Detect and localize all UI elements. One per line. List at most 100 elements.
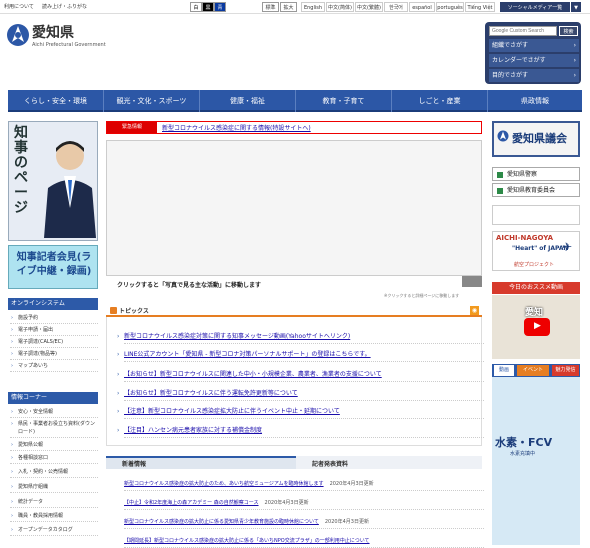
search-item-label: 目的でさがす bbox=[492, 72, 529, 79]
governor-page-label: 知事のページ bbox=[14, 125, 28, 216]
search-by-purpose[interactable]: 目的でさがす › bbox=[489, 69, 579, 82]
font-standard-button[interactable]: 標準 bbox=[262, 2, 279, 12]
lang-zh-hans[interactable]: 中文(简体) bbox=[326, 2, 354, 12]
topic-item[interactable]: 【お知らせ】新型コロナウイルスに伴う運転免許更新等について bbox=[117, 387, 484, 401]
aichi-logo-icon bbox=[497, 130, 509, 142]
chevron-down-icon[interactable]: ▼ bbox=[571, 2, 581, 12]
governor-photo bbox=[44, 141, 96, 238]
social-media-link[interactable]: ソーシャルメディア一覧 bbox=[500, 2, 570, 12]
police-link[interactable]: 愛知県警察 bbox=[492, 167, 580, 181]
tab-press-release-label: 記者発表資料 bbox=[312, 461, 349, 468]
tab-new-info-label: 新着情報 bbox=[122, 461, 147, 468]
nav-education[interactable]: 教育・子育て bbox=[296, 90, 392, 112]
search-button[interactable]: 検索 bbox=[559, 26, 578, 36]
lang-spanish[interactable]: español bbox=[409, 2, 435, 12]
tab-video[interactable]: 動画 bbox=[494, 365, 514, 376]
left-menu-item[interactable]: 電子申請・届出 bbox=[10, 324, 98, 336]
left-menu-item[interactable]: 安心・安全情報 bbox=[10, 406, 98, 418]
nav-business[interactable]: しごと・産業 bbox=[392, 90, 488, 112]
emergency-link[interactable]: 新型コロナウイルス感染症に関する情報(特設サイトへ) bbox=[162, 123, 311, 132]
left-menu-item[interactable]: 入札・契約・公売情報 bbox=[10, 466, 98, 478]
slideshow-control[interactable] bbox=[462, 276, 482, 287]
site-title[interactable]: 愛知県 bbox=[32, 22, 74, 42]
left-menu-item[interactable]: 統計データ bbox=[10, 496, 98, 508]
left-menu-item[interactable]: 電子調達(CALS/EC) bbox=[10, 336, 98, 348]
aviation-project-text: 航空プロジェクト bbox=[514, 262, 555, 268]
news-date: 2020年4月3日更新 bbox=[324, 519, 369, 525]
search-by-calendar[interactable]: カレンダーでさがす › bbox=[489, 54, 579, 67]
slideshow-note: ※クリックすると詳細ページに移動します bbox=[384, 293, 460, 298]
lang-english[interactable]: English bbox=[301, 2, 325, 12]
left-menu-item[interactable]: 各種相談窓口 bbox=[10, 452, 98, 464]
left-menu-item[interactable]: 県民・事業者お役立ち資料(ダウンロード) bbox=[10, 418, 98, 438]
left-menu-item[interactable]: オープンデータカタログ bbox=[10, 524, 98, 536]
topic-item[interactable]: 【注意】新型コロナウイルス感染症拡大防止に伴うイベント中止・延期について bbox=[117, 405, 484, 419]
news-item: 新型コロナウイルス感染症の拡大防止のため、あいち航空ミュージアムを臨時休館します… bbox=[124, 477, 484, 491]
lang-portuguese[interactable]: português bbox=[436, 2, 464, 12]
search-input[interactable] bbox=[489, 26, 557, 36]
plane-icon: ✈ bbox=[562, 240, 573, 254]
chevron-right-icon: › bbox=[573, 42, 576, 49]
news-item: 【期間延長】新型コロナウイルス感染症の拡大防止に係る「あいちNPO交流プラザ」の… bbox=[124, 534, 484, 548]
search-item-label: 組織でさがす bbox=[492, 42, 529, 49]
font-large-button[interactable]: 拡大 bbox=[280, 2, 297, 12]
contrast-white-button[interactable]: 白 bbox=[190, 2, 202, 12]
furigana-link[interactable]: 読み上げ・ふりがな bbox=[42, 3, 87, 10]
blank-banner[interactable] bbox=[492, 205, 580, 225]
tab-appeal[interactable]: 魅力発信 bbox=[552, 365, 579, 376]
hydrogen-fcv-sublabel: 水素充填中 bbox=[510, 451, 536, 457]
topic-item[interactable]: 新型コロナウイルス感染症対策に関する知事メッセージ動画(Yahooサイトへリンク… bbox=[117, 330, 484, 344]
chevron-right-icon: › bbox=[573, 72, 576, 79]
left-menu-item[interactable]: マップあいち bbox=[10, 360, 98, 372]
usage-link[interactable]: 利用について bbox=[4, 3, 34, 10]
tab-event[interactable]: イベント bbox=[517, 365, 549, 376]
contrast-blue-button[interactable]: 青 bbox=[214, 2, 226, 12]
press-conference-label: 知事記者会見(ライブ中継・録画) bbox=[16, 252, 92, 277]
aichi-logo-icon[interactable] bbox=[6, 22, 30, 48]
news-item: 新型コロナウイルス感染症の拡大防止に係る愛知県青少年教育施設の臨時休館について 2… bbox=[124, 515, 484, 529]
education-board-link[interactable]: 愛知県教育委員会 bbox=[492, 183, 580, 197]
news-item: 【中止】令和2年度海上の森アカデミー 森の自然観察コース 2020年4月3日更新 bbox=[124, 496, 484, 510]
contrast-black-button[interactable]: 黒 bbox=[202, 2, 214, 12]
left-menu-item[interactable]: 職員・教員採用情報 bbox=[10, 510, 98, 522]
news-date: 2020年4月3日更新 bbox=[264, 500, 309, 506]
bullet-icon bbox=[110, 307, 117, 314]
rss-icon[interactable]: ◉ bbox=[470, 306, 479, 315]
search-item-label: カレンダーでさがす bbox=[492, 57, 546, 64]
lang-zh-hant[interactable]: 中文(繁體) bbox=[355, 2, 383, 12]
play-icon: ▶ bbox=[534, 321, 541, 331]
assembly-label: 愛知県議会 bbox=[512, 132, 567, 145]
topics-title: トピックス bbox=[119, 308, 149, 315]
nav-health[interactable]: 健康・福祉 bbox=[200, 90, 296, 112]
search-by-organization[interactable]: 組織でさがす › bbox=[489, 39, 579, 52]
emergency-label: 緊急情報 bbox=[107, 122, 157, 133]
info-corner-heading: 情報コーナー bbox=[8, 392, 98, 404]
nav-government[interactable]: 県政情報 bbox=[488, 90, 582, 112]
topic-item[interactable]: 【注目】ハンセン病元患者家族に対する補償金制度 bbox=[117, 424, 484, 438]
slideshow-caption[interactable]: クリックすると「写真で見る主な活動」に移動します bbox=[117, 280, 261, 289]
hydrogen-fcv-banner[interactable] bbox=[492, 377, 580, 545]
left-menu-item[interactable]: 電子調達(物品等) bbox=[10, 348, 98, 360]
site-subtitle: Aichi Prefectural Government bbox=[32, 42, 106, 48]
news-link[interactable]: 新型コロナウイルス感染症の拡大防止のため、あいち航空ミュージアムを臨時休館します bbox=[124, 481, 324, 487]
online-system-heading: オンラインシステム bbox=[8, 298, 98, 310]
aichi-nagoya-text: AICHI-NAGOYA bbox=[496, 234, 554, 242]
news-link[interactable]: 【期間延長】新型コロナウイルス感染症の拡大防止に係る「あいちNPO交流プラザ」の… bbox=[124, 538, 370, 544]
topic-item[interactable]: 【お知らせ】新型コロナウイルスに関連した中小・小規模企業、農業者、漁業者の支援に… bbox=[117, 368, 484, 382]
news-link[interactable]: 【中止】令和2年度海上の森アカデミー 森の自然観察コース bbox=[124, 500, 259, 506]
left-menu-item[interactable]: 愛知県庁組織 bbox=[10, 481, 98, 493]
nav-life[interactable]: くらし・安全・環境 bbox=[8, 90, 104, 112]
topic-item[interactable]: LINE公式アカウント「愛知県 - 新型コロナ対策パーソナルサポート」の登録はこ… bbox=[117, 348, 484, 362]
topics-header bbox=[106, 304, 482, 317]
video-title: 愛知 bbox=[525, 308, 544, 318]
photo-slideshow[interactable] bbox=[106, 140, 482, 276]
left-menu-item[interactable]: 愛知県公報 bbox=[10, 439, 98, 451]
lang-korean[interactable]: 한국어 bbox=[384, 2, 408, 12]
heart-of-japan-text: "Heart" of JAPAN bbox=[512, 245, 569, 252]
news-date: 2020年4月3日更新 bbox=[329, 481, 374, 487]
chevron-right-icon: › bbox=[573, 57, 576, 64]
nav-tourism[interactable]: 観光・文化・スポーツ bbox=[104, 90, 200, 112]
left-menu-item[interactable]: 施設予約 bbox=[10, 312, 98, 324]
lang-vietnamese[interactable]: Tiếng Việt bbox=[465, 2, 495, 12]
news-link[interactable]: 新型コロナウイルス感染症の拡大防止に係る愛知県青少年教育施設の臨時休館について bbox=[124, 519, 319, 525]
